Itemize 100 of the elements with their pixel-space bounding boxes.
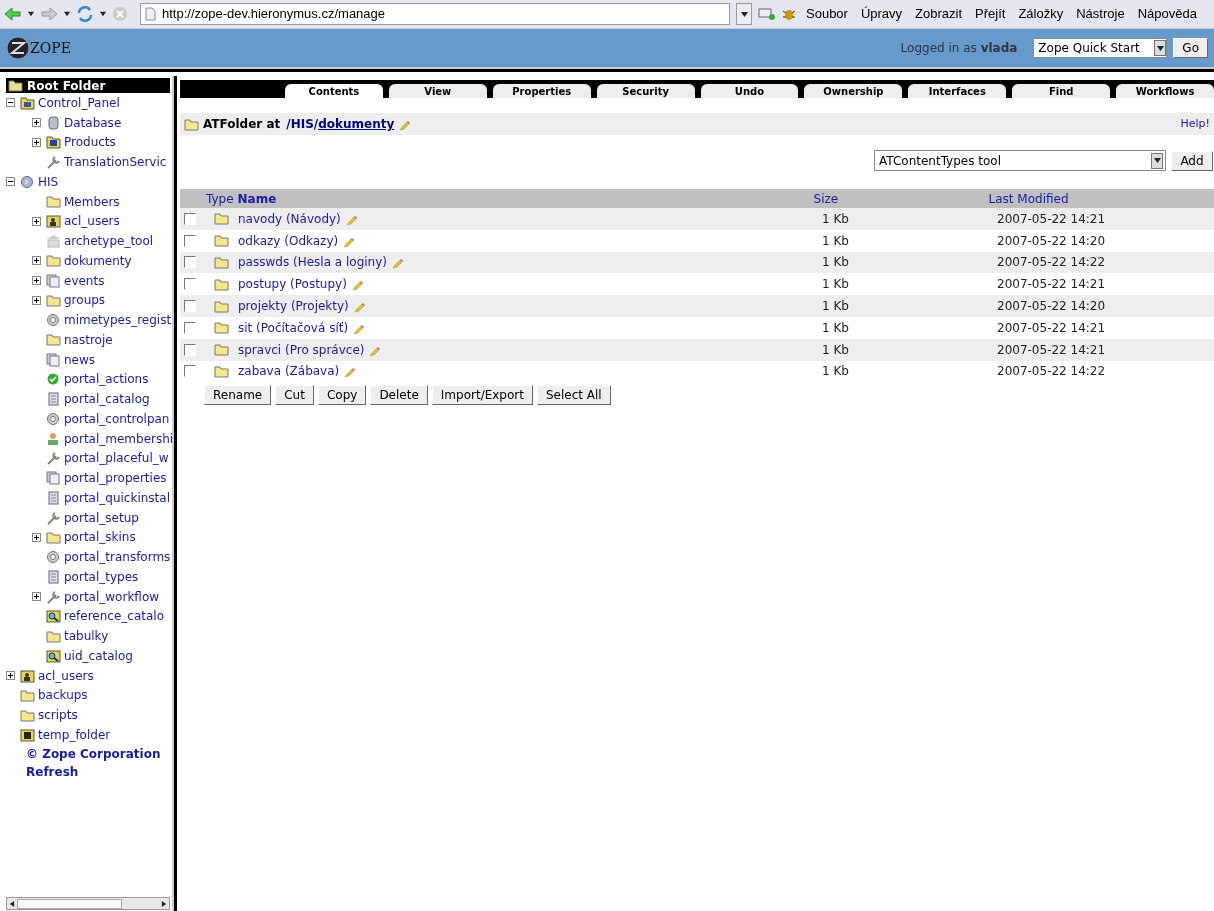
address-field[interactable]: http://zope-dev.hieronymus.cz/manage <box>140 3 730 25</box>
tab[interactable]: Interfaces <box>908 84 1007 98</box>
tree-item-link[interactable]: nastroje <box>64 330 113 349</box>
tree-item-link[interactable]: portal_transforms <box>64 548 171 567</box>
scroll-right-icon[interactable] <box>161 900 167 907</box>
row-checkbox[interactable] <box>184 256 196 269</box>
collapse-toggle[interactable] <box>6 177 15 187</box>
tree-item-link[interactable]: portal_quickinstal <box>64 488 170 507</box>
action-button[interactable]: Select All <box>536 385 611 406</box>
expand-toggle[interactable] <box>32 216 41 226</box>
tree-item-link[interactable]: temp_folder <box>38 725 111 744</box>
row-checkbox[interactable] <box>184 212 196 225</box>
dropdown-button[interactable] <box>736 3 752 25</box>
dropdown-arrow-button[interactable] <box>1154 40 1167 56</box>
menu-item[interactable]: Nástroje <box>1076 4 1125 24</box>
tree-item-link[interactable]: Products <box>64 133 116 152</box>
dropdown-caret-icon[interactable] <box>64 11 70 17</box>
tree-item-link[interactable]: portal_placeful_w <box>64 449 169 468</box>
row-checkbox[interactable] <box>184 300 196 313</box>
expand-toggle[interactable] <box>32 592 41 602</box>
bug-icon[interactable] <box>782 7 796 21</box>
tree-item-link[interactable]: news <box>64 350 96 369</box>
add-button[interactable]: Add <box>1171 150 1213 171</box>
pencil-icon[interactable] <box>344 368 356 379</box>
scroll-left-icon[interactable] <box>9 900 15 907</box>
bookmark-add-icon[interactable] <box>758 7 776 21</box>
tree-item-link[interactable]: reference_catalo <box>64 607 164 626</box>
tree-item-link[interactable]: portal_membershi <box>64 429 174 448</box>
tree-item-link[interactable]: acl_users <box>38 666 94 685</box>
dropdown-caret-icon[interactable] <box>100 11 106 17</box>
tree-item-link[interactable]: portal_controlpan <box>64 409 170 428</box>
tree-item-link[interactable]: scripts <box>38 706 78 725</box>
tree-item-link[interactable]: portal_properties <box>64 469 167 488</box>
menu-item[interactable]: Záložky <box>1018 4 1064 24</box>
footer-link[interactable]: Refresh <box>26 762 172 781</box>
expand-toggle[interactable] <box>32 256 41 266</box>
tree-item-link[interactable]: archetype_tool <box>64 232 154 251</box>
action-button[interactable]: Delete <box>370 385 428 406</box>
expand-toggle[interactable] <box>32 118 41 128</box>
expand-toggle[interactable] <box>32 137 41 147</box>
tab[interactable]: Security <box>596 84 695 98</box>
menu-item[interactable]: Přejít <box>975 4 1006 24</box>
pencil-icon[interactable] <box>353 324 365 335</box>
row-checkbox[interactable] <box>184 343 196 356</box>
back-icon[interactable] <box>4 6 22 22</box>
tree-item-link[interactable]: uid_catalog <box>64 646 133 665</box>
reload-icon[interactable] <box>76 5 94 23</box>
item-link[interactable]: odkazy (Odkazy) <box>238 231 339 250</box>
item-link[interactable]: sit (Počítačová síť) <box>238 318 349 337</box>
tree-item-link[interactable]: portal_types <box>64 567 139 586</box>
dropdown-caret-icon[interactable] <box>28 11 34 17</box>
tree-item-link[interactable]: acl_users <box>64 212 120 231</box>
quick-start-select[interactable]: Zope Quick Start <box>1033 38 1168 58</box>
tree-item-link[interactable]: HIS <box>38 172 59 191</box>
collapse-toggle[interactable] <box>6 98 15 108</box>
item-link[interactable]: navody (Návody) <box>238 209 341 228</box>
tree-item-link[interactable]: portal_skins <box>64 528 136 547</box>
tree-item-link[interactable]: portal_actions <box>64 370 149 389</box>
menu-item[interactable]: Úpravy <box>860 4 903 24</box>
expand-toggle[interactable] <box>32 295 41 305</box>
tab[interactable]: Workflows <box>1116 84 1214 98</box>
expand-toggle[interactable] <box>6 671 15 681</box>
tree-item-link[interactable]: portal_workflow <box>64 587 160 606</box>
item-link[interactable]: zabava (Zábava) <box>238 362 340 381</box>
action-button[interactable]: Rename <box>204 385 272 406</box>
horizontal-scrollbar[interactable] <box>6 897 170 910</box>
menu-item[interactable]: Soubor <box>806 4 848 24</box>
tab[interactable]: Contents <box>285 84 383 98</box>
tab[interactable]: Properties <box>492 84 591 98</box>
tree-item-link[interactable]: groups <box>64 291 106 310</box>
tree-item-link[interactable]: Members <box>64 192 120 211</box>
tree-item-link[interactable]: Control_Panel <box>38 93 120 112</box>
tree-item-link[interactable]: tabulky <box>64 627 109 646</box>
tab[interactable]: Find <box>1012 84 1111 98</box>
go-button[interactable]: Go <box>1173 38 1208 58</box>
item-link[interactable]: spravci (Pro správce) <box>238 340 365 359</box>
footer-link[interactable]: © Zope Corporation <box>26 744 172 763</box>
tree-item-link[interactable]: portal_setup <box>64 508 139 527</box>
item-link[interactable]: passwds (Hesla a loginy) <box>238 253 387 272</box>
tree-item-link[interactable]: Database <box>64 113 122 132</box>
expand-toggle[interactable] <box>32 276 41 286</box>
dropdown-arrow-button[interactable] <box>1151 152 1163 169</box>
expand-toggle[interactable] <box>32 532 41 542</box>
tree-item-link[interactable]: mimetypes_regist <box>64 311 172 330</box>
tree-item-link[interactable]: portal_catalog <box>64 390 150 409</box>
add-type-select[interactable]: ATContentTypes tool <box>874 150 1166 171</box>
tab[interactable]: Undo <box>700 84 799 98</box>
action-button[interactable]: Import/Export <box>431 385 533 406</box>
item-link[interactable]: projekty (Projekty) <box>238 297 349 316</box>
action-button[interactable]: Copy <box>317 385 367 406</box>
help-link[interactable]: Help! <box>1180 115 1210 133</box>
tree-item-link[interactable]: dokumenty <box>64 251 132 270</box>
location-link[interactable]: dokumenty <box>318 115 395 133</box>
pencil-icon[interactable] <box>343 237 355 248</box>
menu-item[interactable]: Zobrazit <box>915 4 963 24</box>
action-button[interactable]: Cut <box>275 385 314 406</box>
tree-item-link[interactable]: backups <box>38 686 88 705</box>
column-header[interactable]: Name <box>237 189 814 208</box>
item-link[interactable]: postupy (Postupy) <box>238 275 347 294</box>
menu-item[interactable]: Nápověda <box>1137 4 1197 24</box>
